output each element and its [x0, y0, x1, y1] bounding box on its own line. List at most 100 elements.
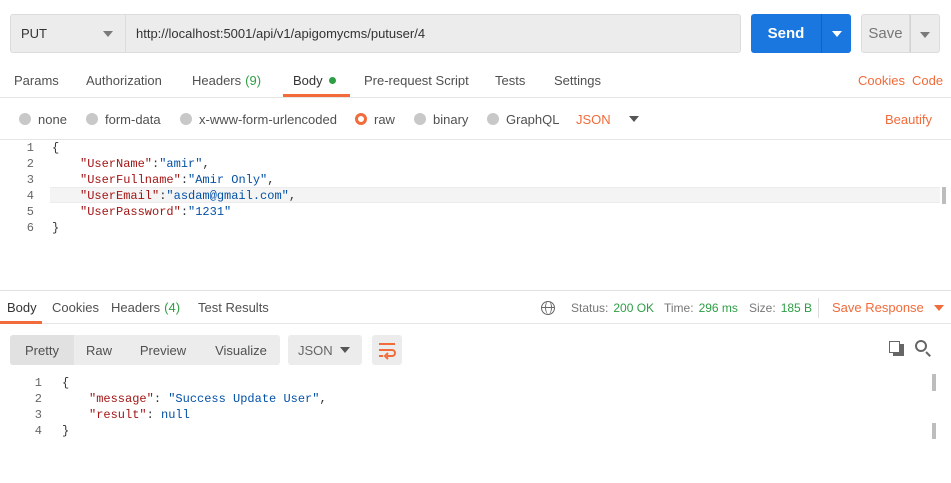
tab-label: Authorization [86, 72, 162, 88]
line-number: 6 [26, 221, 34, 235]
tab-label: Body [293, 72, 323, 88]
body-format-select[interactable]: JSON [576, 98, 639, 140]
tab-tests[interactable]: Tests [495, 62, 525, 98]
wrap-lines-button[interactable] [372, 335, 402, 365]
request-tabs: Params Authorization Headers (9) Body Pr… [0, 62, 951, 98]
save-response-button[interactable]: Save Response [832, 291, 944, 324]
tab-label: Test Results [198, 300, 269, 315]
size-label: Size: [749, 300, 776, 315]
radio-x-www-form-urlencoded[interactable]: x-www-form-urlencoded [180, 98, 337, 140]
active-response-tab-indicator [0, 321, 42, 324]
send-options-button[interactable] [821, 14, 851, 53]
json-key: "UserName" [80, 157, 153, 171]
tab-params[interactable]: Params [14, 62, 59, 98]
tab-authorization[interactable]: Authorization [86, 62, 162, 98]
chevron-down-icon [920, 32, 930, 38]
tab-label: Params [14, 72, 59, 88]
code-line: "result": null [89, 408, 190, 422]
tab-headers[interactable]: Headers (9) [192, 62, 261, 98]
status-value: 200 OK [613, 300, 655, 315]
json-key: "UserEmail" [80, 189, 160, 203]
radio-raw[interactable]: raw [355, 98, 395, 140]
line-number: 1 [34, 376, 42, 390]
url-text: http://localhost:5001/api/v1/apigomycms/… [136, 26, 426, 41]
chevron-down-icon [832, 31, 842, 37]
tab-pre-request-script[interactable]: Pre-request Script [364, 62, 469, 98]
view-visualize-button[interactable]: Visualize [202, 335, 280, 365]
radio-label: none [38, 111, 67, 127]
radio-binary[interactable]: binary [414, 98, 468, 140]
code-link[interactable]: Code [912, 62, 943, 98]
view-raw-button[interactable]: Raw [74, 335, 124, 365]
view-preview-button[interactable]: Preview [124, 335, 202, 365]
active-tab-indicator [283, 94, 350, 97]
save-options-button[interactable] [910, 14, 940, 53]
tab-label: Headers [111, 300, 161, 315]
method-select[interactable]: PUT [10, 14, 125, 53]
copy-icon[interactable] [889, 341, 905, 357]
json-punct: , [202, 157, 210, 171]
radio-none[interactable]: none [19, 98, 67, 140]
json-key: "UserPassword" [80, 205, 181, 219]
send-button[interactable]: Send [751, 14, 821, 53]
radio-circle-icon [180, 113, 192, 125]
beautify-link[interactable]: Beautify [885, 98, 932, 140]
wrap-lines-icon [379, 343, 396, 360]
response-scrollbar-top[interactable] [932, 374, 936, 391]
json-value: "Success Update User" [168, 392, 320, 406]
request-editor-scrollbar[interactable] [942, 187, 946, 204]
json-value: "1231" [188, 205, 232, 219]
cookies-link[interactable]: Cookies [858, 62, 905, 98]
json-value: "asdam@gmail.com" [166, 189, 289, 203]
response-tab-test-results[interactable]: Test Results [198, 291, 269, 324]
size-value: 185 B [780, 300, 813, 315]
radio-circle-icon [487, 113, 499, 125]
response-tab-body[interactable]: Body [7, 291, 37, 324]
globe-icon[interactable] [541, 291, 555, 324]
search-icon[interactable] [915, 340, 933, 358]
view-label: Visualize [215, 342, 267, 358]
request-bar: PUT http://localhost:5001/api/v1/apigomy… [0, 0, 951, 62]
line-number: 4 [26, 189, 34, 203]
tab-settings[interactable]: Settings [554, 62, 601, 98]
response-format-select[interactable]: JSON [288, 335, 362, 365]
line-number: 3 [34, 408, 42, 422]
tab-label: Cookies [52, 300, 99, 315]
radio-form-data[interactable]: form-data [86, 98, 161, 140]
radio-label: GraphQL [506, 111, 560, 127]
copy-icon-front [889, 341, 900, 353]
save-button[interactable]: Save [861, 14, 910, 53]
json-punct: , [267, 173, 275, 187]
response-tab-cookies[interactable]: Cookies [52, 291, 99, 324]
view-label: Preview [139, 342, 187, 358]
json-key: "result" [89, 408, 147, 422]
tab-count: (4) [164, 300, 181, 315]
tab-body[interactable]: Body [293, 62, 336, 98]
response-status: Status: 200 OK [571, 291, 654, 324]
response-size: Size: 185 B [749, 291, 812, 324]
tab-label: Tests [495, 72, 526, 88]
response-scrollbar-bottom[interactable] [932, 423, 936, 439]
radio-label: form-data [105, 111, 161, 127]
chevron-down-icon [933, 304, 944, 311]
radio-selected-icon [355, 113, 367, 125]
globe-icon-shape [541, 300, 555, 315]
response-time: Time: 296 ms [664, 291, 738, 324]
code-line: "UserName":"amir", [80, 157, 210, 171]
url-input[interactable]: http://localhost:5001/api/v1/apigomycms/… [125, 14, 741, 53]
view-pretty-button[interactable]: Pretty [10, 335, 74, 365]
json-punct: , [288, 189, 297, 203]
code-line: "UserPassword":"1231" [80, 205, 232, 219]
chevron-down-icon [340, 347, 350, 353]
response-tab-headers[interactable]: Headers (4) [111, 291, 180, 324]
line-number: 1 [26, 141, 34, 155]
tab-label: Body [7, 300, 37, 315]
modified-dot-icon [328, 76, 336, 84]
chevron-down-icon [628, 116, 639, 122]
code-line: { [62, 376, 70, 390]
line-number: 3 [26, 173, 34, 187]
body-format-label: JSON [576, 111, 611, 127]
radio-graphql[interactable]: GraphQL [487, 98, 559, 140]
radio-circle-icon [19, 113, 31, 125]
json-key: "message" [89, 392, 154, 406]
